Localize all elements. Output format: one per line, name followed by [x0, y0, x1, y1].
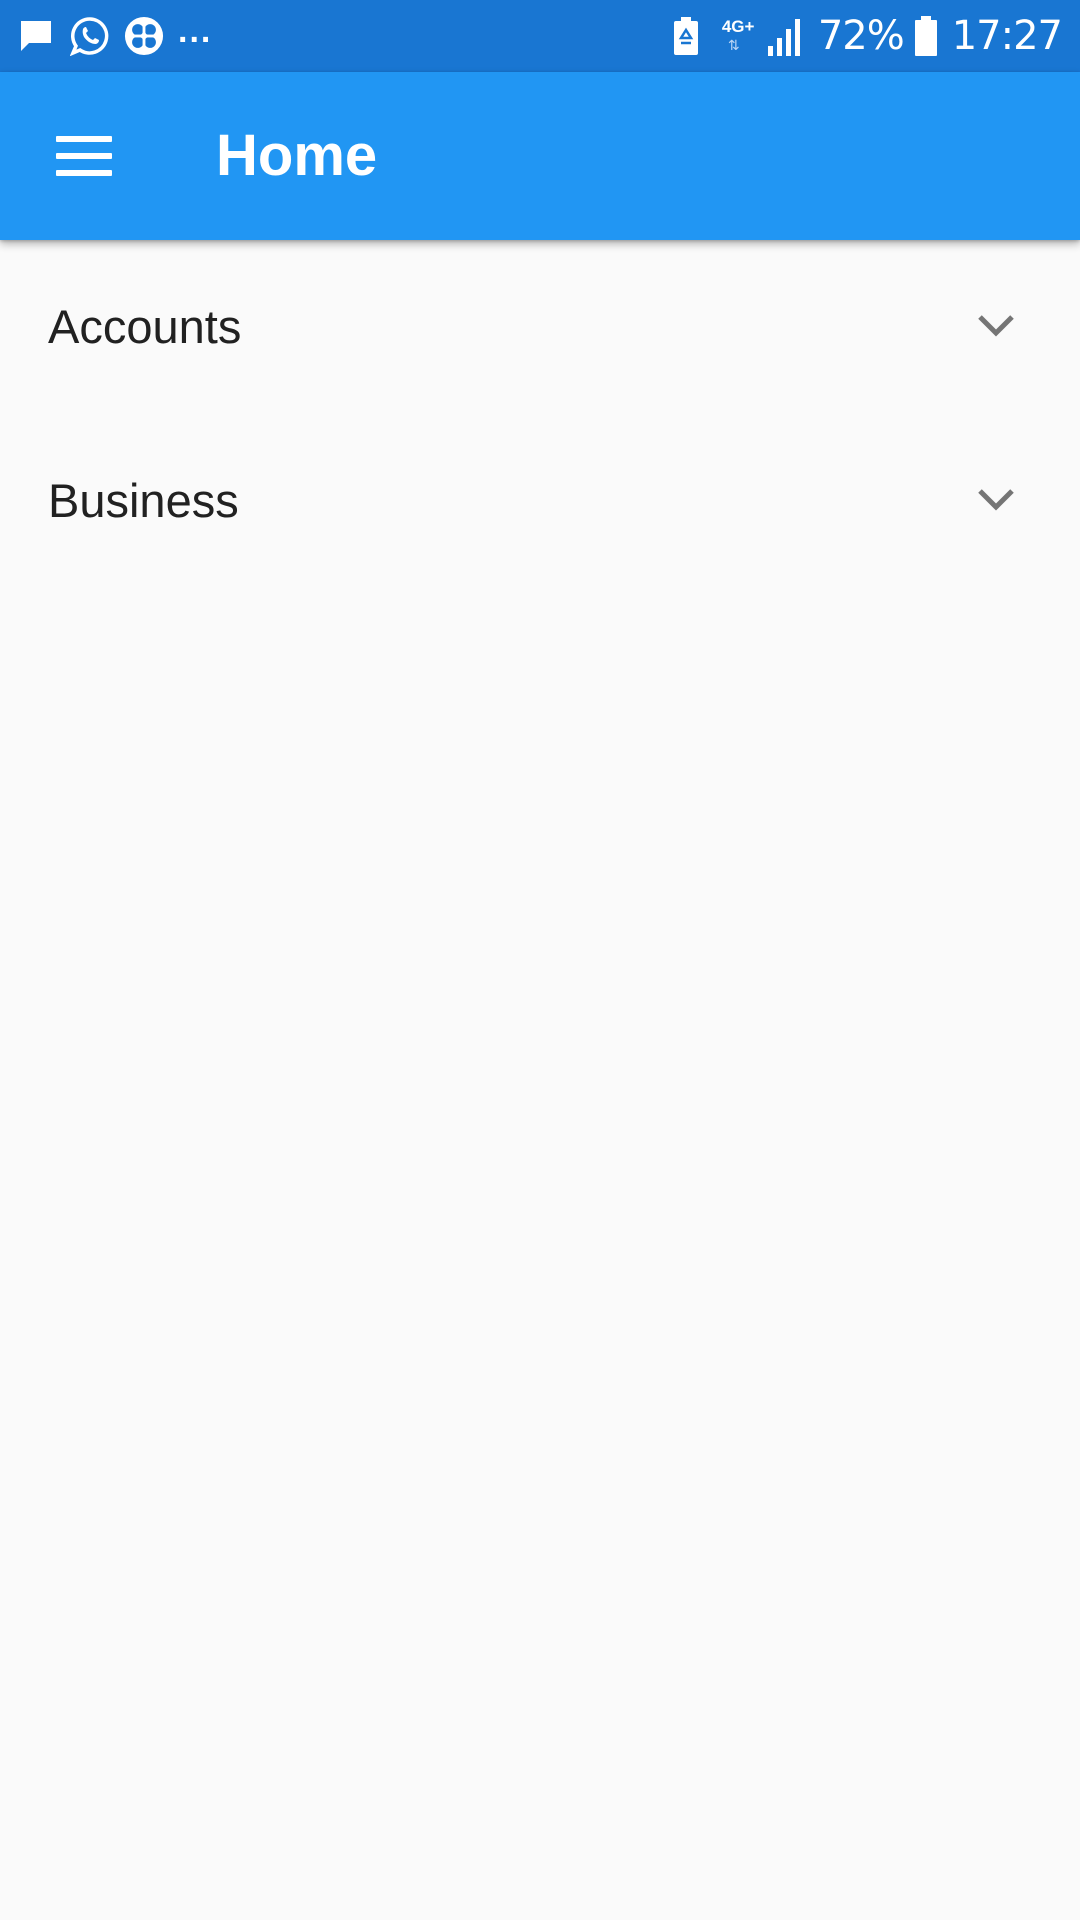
expansion-tile-accounts[interactable]: Accounts [0, 240, 1080, 414]
battery-percentage: 72% [817, 13, 905, 59]
signal-strength-icon [766, 14, 808, 58]
system-indicators: 4G+ ⇅ 72% 17:27 [666, 10, 1063, 62]
battery-icon [914, 16, 938, 56]
notification-icons: ... [16, 14, 212, 58]
page-title: Home [216, 123, 378, 188]
more-notifications-indicator: ... [178, 12, 213, 50]
tile-title: Accounts [48, 300, 242, 353]
expansion-list: Accounts Business [0, 240, 1080, 588]
whatsapp-icon [70, 16, 110, 56]
network-type-icon: 4G+ ⇅ [721, 17, 755, 53]
status-bar: ... 4G+ ⇅ 72% 17:27 [0, 0, 1080, 72]
chevron-down-icon[interactable] [976, 312, 1016, 340]
message-icon [16, 16, 56, 56]
tile-title: Business [48, 474, 239, 527]
battery-saver-icon [666, 16, 706, 56]
chevron-down-icon[interactable] [976, 486, 1016, 514]
hamburger-menu-icon [56, 136, 112, 176]
clock: 17:27 [951, 13, 1063, 59]
clover-app-icon [124, 16, 164, 56]
hamburger-menu-button[interactable] [40, 112, 128, 200]
app-bar: Home [0, 72, 1080, 240]
expansion-tile-business[interactable]: Business [0, 414, 1080, 588]
